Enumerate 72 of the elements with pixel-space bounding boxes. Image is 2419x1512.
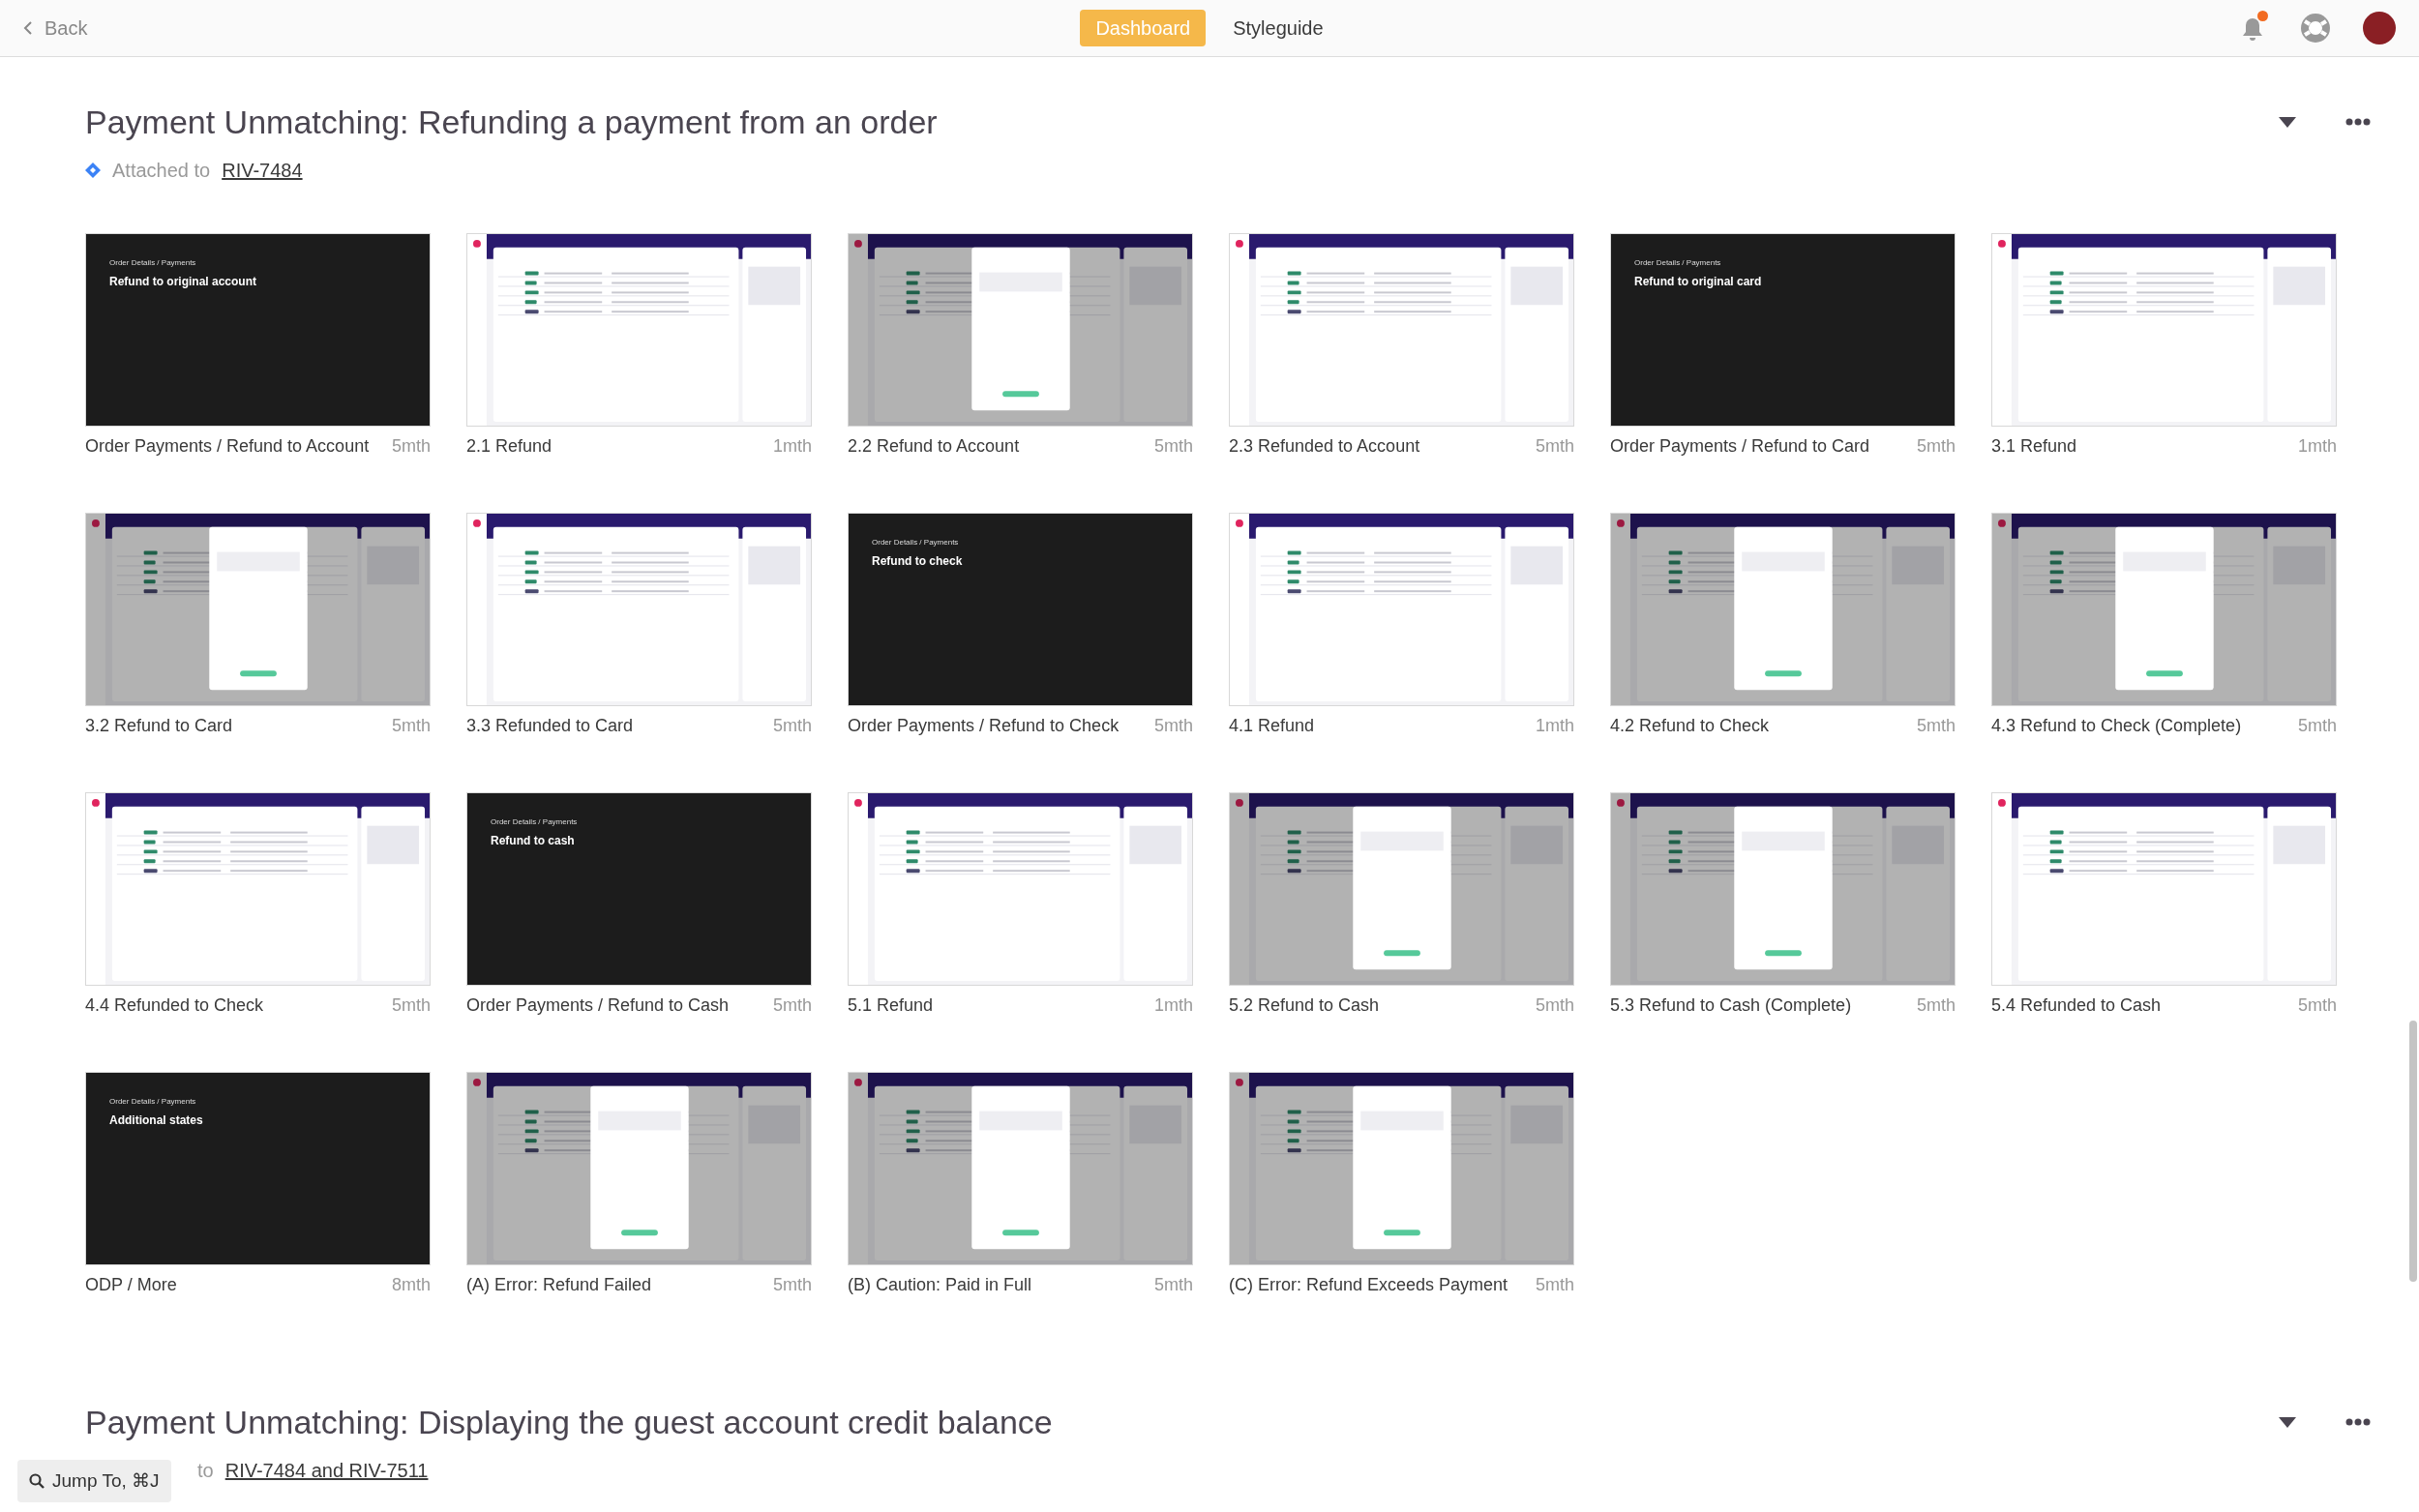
diamond-icon <box>85 163 101 178</box>
slide-heading: Refund to original account <box>109 274 256 290</box>
screen-age: 1mth <box>2297 435 2337 458</box>
attached-label: Attached to <box>112 159 211 183</box>
screen-age: 1mth <box>772 435 812 458</box>
screen-name[interactable]: 4.2 Refund to Check <box>1610 714 1770 737</box>
section-title: Payment Unmatching: Displaying the guest account credit balance <box>85 1403 1053 1442</box>
screen-age: 5mth <box>1153 715 1193 737</box>
screen-name[interactable]: 5.3 Refund to Cash (Complete) <box>1610 993 1852 1017</box>
caret-down-icon[interactable] <box>2278 115 2297 129</box>
slide-breadcrumb: Order Details / Payments <box>872 537 959 548</box>
screen-name[interactable]: 2.2 Refund to Account <box>848 434 1020 458</box>
user-avatar[interactable] <box>2363 12 2396 44</box>
scrollbar-thumb[interactable] <box>2409 1021 2417 1282</box>
caret-down-icon[interactable] <box>2278 1415 2297 1429</box>
screen-age: 5mth <box>772 1274 812 1296</box>
section-title: Payment Unmatching: Refunding a payment from an order <box>85 103 938 142</box>
screen-name[interactable]: 2.1 Refund <box>466 434 552 458</box>
screen-age: 1mth <box>1535 715 1574 737</box>
slide-heading: Additional states <box>109 1112 203 1129</box>
chevron-left-icon[interactable] <box>23 20 33 36</box>
screen-name[interactable]: 5.2 Refund to Cash <box>1229 993 1380 1017</box>
screen-age: 5mth <box>772 715 812 737</box>
nav-tab[interactable]: Styleguide <box>1217 10 1339 46</box>
screen-name[interactable]: 4.3 Refund to Check (Complete) <box>1991 714 2242 737</box>
screen-name[interactable]: (A) Error: Refund Failed <box>466 1273 652 1296</box>
screen-name[interactable]: 5.1 Refund <box>848 993 934 1017</box>
lifebuoy-icon[interactable] <box>2299 12 2332 44</box>
screen-age: 5mth <box>391 435 431 458</box>
screen-name[interactable]: ODP / More <box>85 1273 177 1296</box>
screen-age: 5mth <box>772 994 812 1017</box>
screen-name[interactable]: 2.3 Refunded to Account <box>1229 434 1420 458</box>
issue-link[interactable]: RIV-7484 and RIV-7511 <box>224 1456 429 1485</box>
screen-age: 5mth <box>1916 435 1956 458</box>
screen-age: 5mth <box>1535 994 1574 1017</box>
jump-to-button[interactable]: Jump To, ⌘J <box>17 1459 171 1502</box>
screen-name[interactable]: Order Payments / Refund to Account <box>85 434 370 458</box>
attached-label: to <box>197 1459 214 1483</box>
screen-age: 5mth <box>391 994 431 1017</box>
slide-heading: Refund to check <box>872 553 963 570</box>
slide-breadcrumb: Order Details / Payments <box>109 1096 196 1108</box>
slide-heading: Refund to cash <box>491 833 575 849</box>
search-icon <box>29 1472 45 1489</box>
screen-age: 5mth <box>1535 435 1574 458</box>
slide-breadcrumb: Order Details / Payments <box>491 816 578 828</box>
screen-name[interactable]: 5.4 Refunded to Cash <box>1991 993 2162 1017</box>
screen-name[interactable]: Order Payments / Refund to Cash <box>466 993 730 1017</box>
more-icon[interactable] <box>2345 118 2371 126</box>
screen-name[interactable]: (C) Error: Refund Exceeds Payment <box>1229 1273 1508 1296</box>
screen-age: 5mth <box>1535 1274 1574 1296</box>
screen-age: 5mth <box>1916 715 1956 737</box>
screen-age: 5mth <box>1153 1274 1193 1296</box>
screen-age: 5mth <box>2297 715 2337 737</box>
screen-name[interactable]: (B) Caution: Paid in Full <box>848 1273 1032 1296</box>
screen-age: 5mth <box>391 715 431 737</box>
screen-name[interactable]: 4.4 Refunded to Check <box>85 993 264 1017</box>
screen-age: 8mth <box>391 1274 431 1296</box>
screen-name[interactable]: 3.1 Refund <box>1991 434 2077 458</box>
issue-link[interactable]: RIV-7484 <box>222 156 303 185</box>
more-icon[interactable] <box>2345 1418 2371 1426</box>
screen-age: 5mth <box>1153 435 1193 458</box>
screen-name[interactable]: Order Payments / Refund to Check <box>848 714 1120 737</box>
screen-age: 5mth <box>1916 994 1956 1017</box>
screen-name[interactable]: 3.3 Refunded to Card <box>466 714 634 737</box>
slide-heading: Refund to original card <box>1634 274 1762 290</box>
screen-age: 1mth <box>1153 994 1193 1017</box>
screen-name[interactable]: Order Payments / Refund to Card <box>1610 434 1870 458</box>
screen-name[interactable]: 4.1 Refund <box>1229 714 1315 737</box>
slide-breadcrumb: Order Details / Payments <box>1634 257 1721 269</box>
screen-name[interactable]: 3.2 Refund to Card <box>85 714 233 737</box>
screen-age: 5mth <box>2297 994 2337 1017</box>
slide-breadcrumb: Order Details / Payments <box>109 257 196 269</box>
